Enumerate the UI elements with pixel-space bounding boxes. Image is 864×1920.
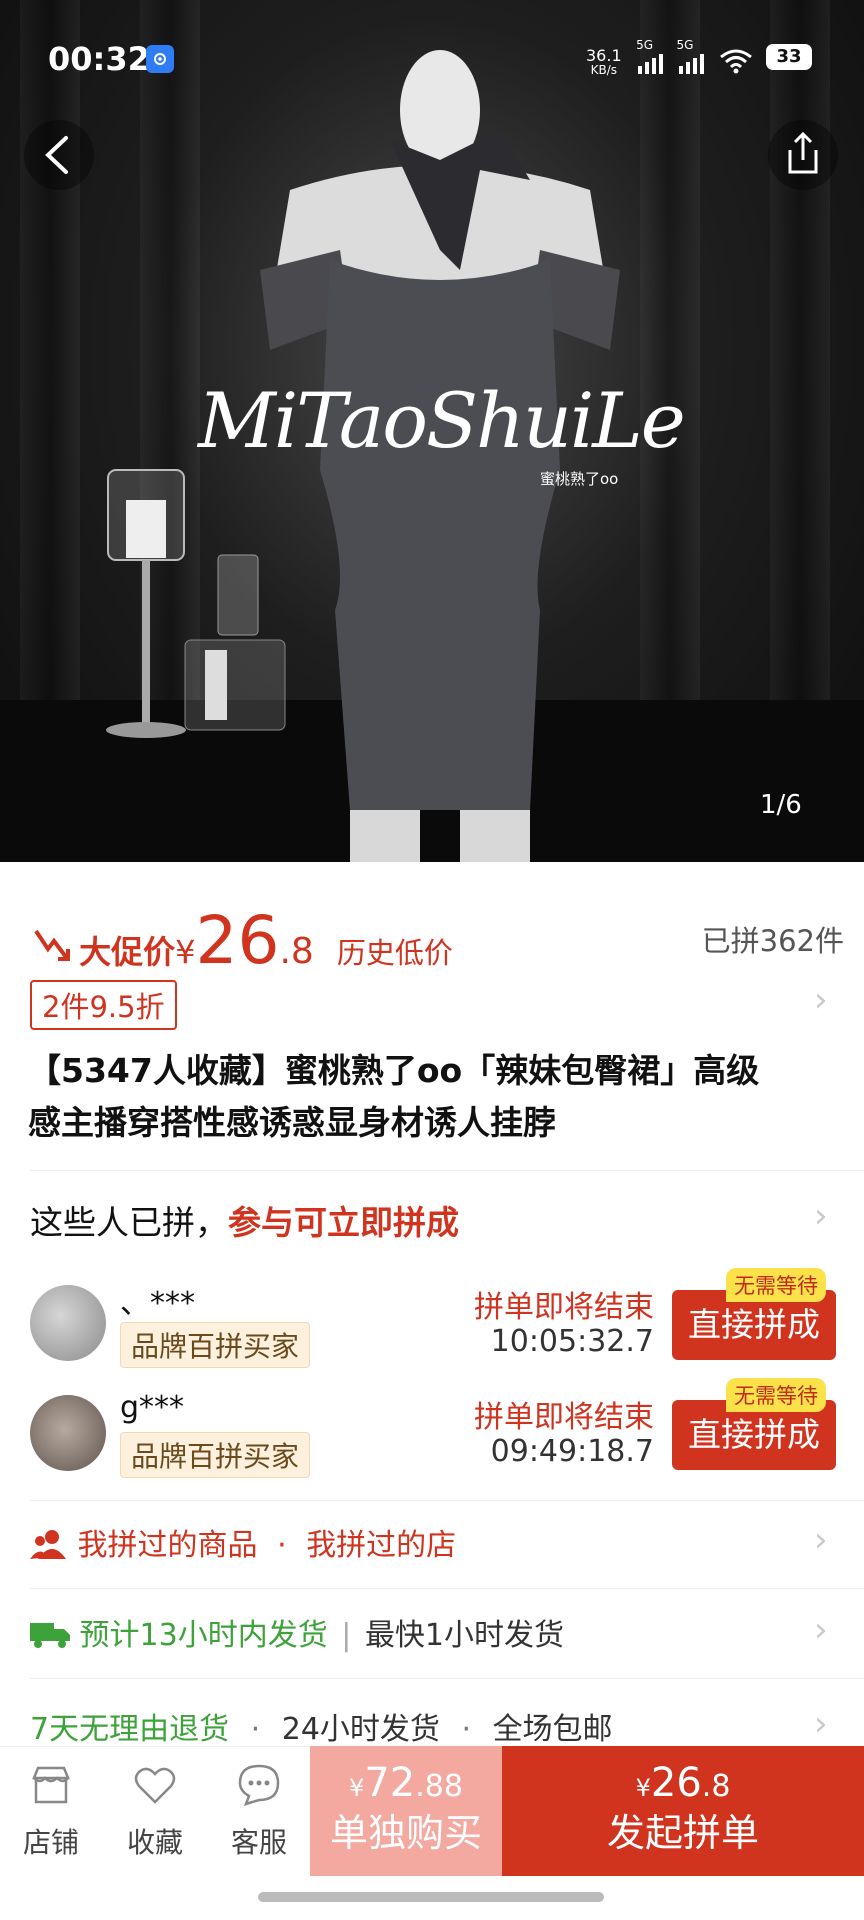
truck-icon: [30, 1623, 70, 1648]
group-buy-header[interactable]: 这些人已拼，参与可立即拼成: [30, 1196, 459, 1244]
no-wait-badge: 无需等待: [726, 1378, 826, 1412]
shop-button[interactable]: 店铺: [6, 1762, 96, 1861]
group-price: ¥26.8: [635, 1760, 731, 1806]
start-group-label: 发起拼单: [606, 1811, 759, 1855]
start-group-button[interactable]: ¥26.8 发起拼单: [502, 1746, 864, 1876]
back-arrow-icon: [45, 136, 68, 174]
buyer-tag: 品牌百拼买家: [120, 1432, 311, 1478]
solo-price: ¥72.88: [349, 1760, 463, 1806]
price-row: 大促价¥26.8 历史低价: [30, 908, 453, 974]
status-time: 00:32: [48, 40, 150, 78]
buy-alone-button[interactable]: ¥72.88 单独购买: [310, 1746, 502, 1876]
separator: ·: [277, 1528, 287, 1563]
divider: [30, 1678, 864, 1679]
shipping-estimate: 预计13小时内发货: [79, 1618, 328, 1653]
countdown-timer: 09:49:18.7: [490, 1434, 654, 1469]
shop-icon: [32, 1766, 70, 1804]
favorite-label: 收藏: [126, 1826, 183, 1859]
divider: [30, 1500, 864, 1501]
separator: |: [341, 1618, 352, 1653]
product-image-carousel[interactable]: MiTaoShuiLe 蜜桃熟了oo 00:32 36.1 KB/s 5G 5G…: [0, 0, 864, 862]
shipping-row[interactable]: 预计13小时内发货 | 最快1小时发货: [30, 1610, 564, 1654]
group-header-text: 这些人已拼，: [30, 1203, 228, 1242]
separator: ·: [461, 1712, 472, 1747]
title-line: 【5347人收藏】蜜桃熟了oo「辣妹包臀裙」高级: [28, 1051, 760, 1090]
group-header-emphasis: 参与可立即拼成: [228, 1203, 459, 1242]
service-label: 客服: [230, 1826, 287, 1859]
divider: [30, 1170, 864, 1171]
product-title: 【5347人收藏】蜜桃熟了oo「辣妹包臀裙」高级 感主播穿搭性感诱惑显身材诱人挂…: [28, 1045, 828, 1149]
chevron-right-icon[interactable]: ›: [814, 1704, 828, 1744]
brand-subtitle: 蜜桃熟了oo: [540, 470, 619, 488]
promo-price-label: 大促价: [79, 933, 176, 971]
no-wait-badge: 无需等待: [726, 1268, 826, 1302]
status-icons: 36.1 KB/s 5G 5G: [586, 38, 753, 77]
brand-watermark: MiTaoShuiLe: [198, 376, 686, 465]
group-ending-label: 拼单即将结束: [474, 1400, 654, 1435]
service-free-shipping: 全场包邮: [492, 1712, 613, 1747]
currency-symbol: ¥: [175, 933, 196, 971]
share-icon: [788, 131, 818, 174]
customer-service-button[interactable]: 客服: [214, 1762, 304, 1861]
countdown-timer: 10:05:32.7: [490, 1324, 654, 1359]
people-icon: [30, 1530, 66, 1559]
buy-alone-label: 单独购买: [329, 1811, 482, 1855]
chat-icon: [238, 1764, 280, 1806]
signal-icon: 5G: [636, 38, 666, 77]
discount-tag[interactable]: 2件9.5折: [30, 980, 177, 1030]
home-indicator[interactable]: [258, 1892, 604, 1902]
net-speed: 36.1: [586, 46, 622, 65]
history-shops-link[interactable]: 我拼过的店: [306, 1528, 456, 1563]
title-line: 感主播穿搭性感诱惑显身材诱人挂脖: [28, 1103, 556, 1142]
image-counter: 1/6: [760, 790, 802, 820]
fastest-shipping: 最快1小时发货: [364, 1618, 565, 1653]
return-policy: 7天无理由退货: [30, 1712, 230, 1747]
battery-indicator: 33: [766, 44, 812, 70]
separator: ·: [250, 1712, 261, 1747]
shop-label: 店铺: [22, 1826, 79, 1859]
buyer-tag: 品牌百拼买家: [120, 1322, 311, 1368]
services-row[interactable]: 7天无理由退货 · 24小时发货 · 全场包邮: [30, 1704, 613, 1748]
chevron-right-icon[interactable]: ›: [814, 1520, 828, 1560]
net-speed-unit: KB/s: [590, 63, 618, 77]
heart-icon: [134, 1767, 176, 1804]
buyer-name: g***: [120, 1390, 185, 1425]
signal-icon: 5G: [677, 38, 707, 77]
notification-icon: [146, 45, 174, 73]
favorite-button[interactable]: 收藏: [110, 1762, 200, 1861]
purchase-history-row[interactable]: 我拼过的商品 · 我拼过的店: [30, 1520, 456, 1564]
price-drop-icon: [34, 929, 70, 961]
sold-count: 已拼362件: [701, 924, 844, 958]
chevron-right-icon[interactable]: ›: [814, 1610, 828, 1650]
divider: [30, 1588, 864, 1589]
price-decimal: .8: [279, 931, 314, 972]
group-ending-label: 拼单即将结束: [474, 1290, 654, 1325]
buyer-name: 、***: [120, 1286, 195, 1321]
share-button[interactable]: [768, 120, 838, 190]
history-goods-link[interactable]: 我拼过的商品: [78, 1528, 258, 1563]
avatar: [30, 1285, 106, 1361]
avatar: [30, 1395, 106, 1471]
back-button[interactable]: [24, 120, 94, 190]
service-24h-shipping: 24小时发货: [281, 1712, 440, 1747]
chevron-right-icon[interactable]: ›: [814, 980, 828, 1020]
history-low-note: 历史低价: [336, 936, 453, 970]
wifi-icon: [719, 48, 753, 77]
price-integer: 26: [195, 902, 280, 979]
chevron-right-icon[interactable]: ›: [814, 1196, 828, 1236]
